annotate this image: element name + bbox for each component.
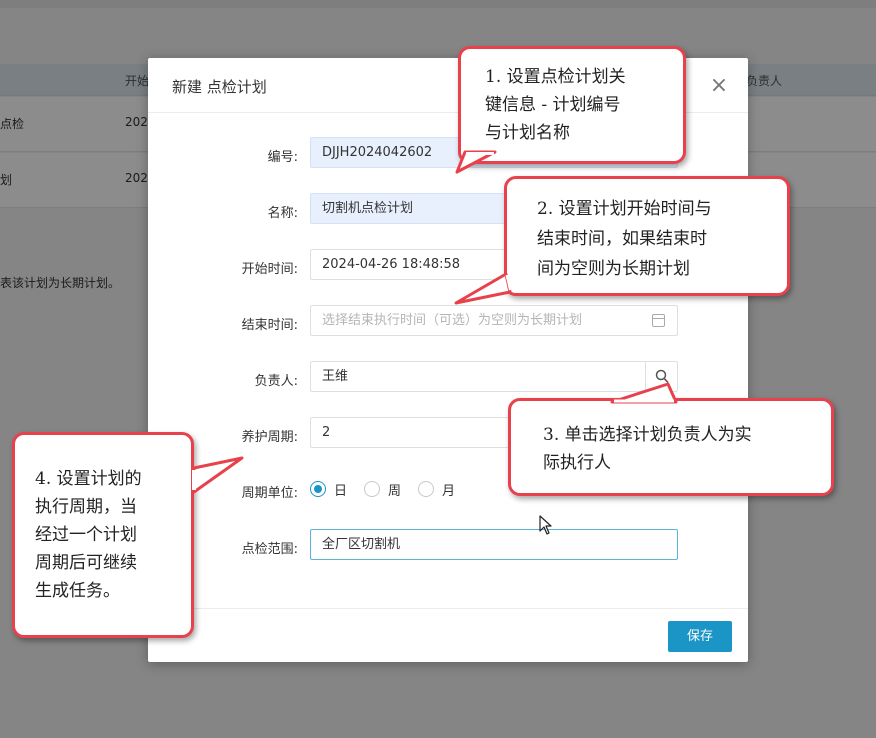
- callout-4-line: 周期后可继续: [35, 553, 137, 573]
- dialog-footer: 保存: [148, 608, 748, 662]
- inspection-scope-input[interactable]: 全厂区切割机: [310, 529, 678, 560]
- callout-1-line: 1. 设置点检计划关: [485, 67, 626, 87]
- callout-2-pointer: [454, 272, 512, 305]
- callout-4-line: 经过一个计划: [35, 525, 137, 545]
- close-icon[interactable]: ×: [708, 75, 730, 97]
- callout-1-line: 键信息 - 计划编号: [485, 95, 621, 115]
- callout-4-pointer: [192, 456, 244, 494]
- save-button[interactable]: 保存: [668, 621, 732, 652]
- end-time-placeholder: 选择结束执行时间（可选）为空则为长期计划: [322, 313, 583, 328]
- mouse-cursor-icon: [539, 515, 552, 535]
- period-unit-option-label: 周: [388, 484, 402, 499]
- radio-checked-icon: [310, 481, 326, 497]
- callout-2-line: 结束时间，如果结束时: [537, 229, 707, 249]
- callout-4-line: 执行周期，当: [35, 497, 137, 517]
- callout-1-pointer: [455, 150, 497, 174]
- dialog-title: 新建 点检计划: [172, 78, 267, 96]
- owner-input[interactable]: 王维: [310, 361, 646, 392]
- callout-1-line: 与计划名称: [485, 123, 570, 143]
- callout-3-line: 际执行人: [543, 453, 611, 473]
- callout-4-line: 4. 设置计划的: [35, 469, 142, 489]
- start-time-label: 开始时间:: [241, 262, 298, 277]
- callout-3-pointer: [610, 382, 678, 404]
- code-label: 编号:: [267, 150, 298, 165]
- end-time-label: 结束时间:: [241, 318, 298, 333]
- radio-unchecked-icon: [418, 481, 434, 497]
- callout-3-line: 3. 单击选择计划负责人为实: [543, 425, 752, 445]
- period-unit-option-label: 日: [334, 484, 348, 499]
- callout-4: 4. 设置计划的 执行周期，当 经过一个计划 周期后可继续 生成任务。: [12, 432, 194, 638]
- period-unit-option-label: 月: [442, 484, 456, 499]
- callout-2-line: 2. 设置计划开始时间与: [537, 199, 712, 219]
- callout-2-line: 间为空则为长期计划: [537, 259, 690, 279]
- callout-4-line: 生成任务。: [35, 581, 120, 601]
- owner-label: 负责人:: [254, 374, 298, 389]
- callout-2: 2. 设置计划开始时间与 结束时间，如果结束时 间为空则为长期计划: [504, 176, 790, 296]
- callout-3: 3. 单击选择计划负责人为实 际执行人: [508, 398, 834, 496]
- radio-unchecked-icon: [364, 481, 380, 497]
- callout-1: 1. 设置点检计划关 键信息 - 计划编号 与计划名称: [458, 46, 686, 164]
- name-label: 名称:: [267, 206, 298, 221]
- calendar-icon[interactable]: [652, 314, 665, 327]
